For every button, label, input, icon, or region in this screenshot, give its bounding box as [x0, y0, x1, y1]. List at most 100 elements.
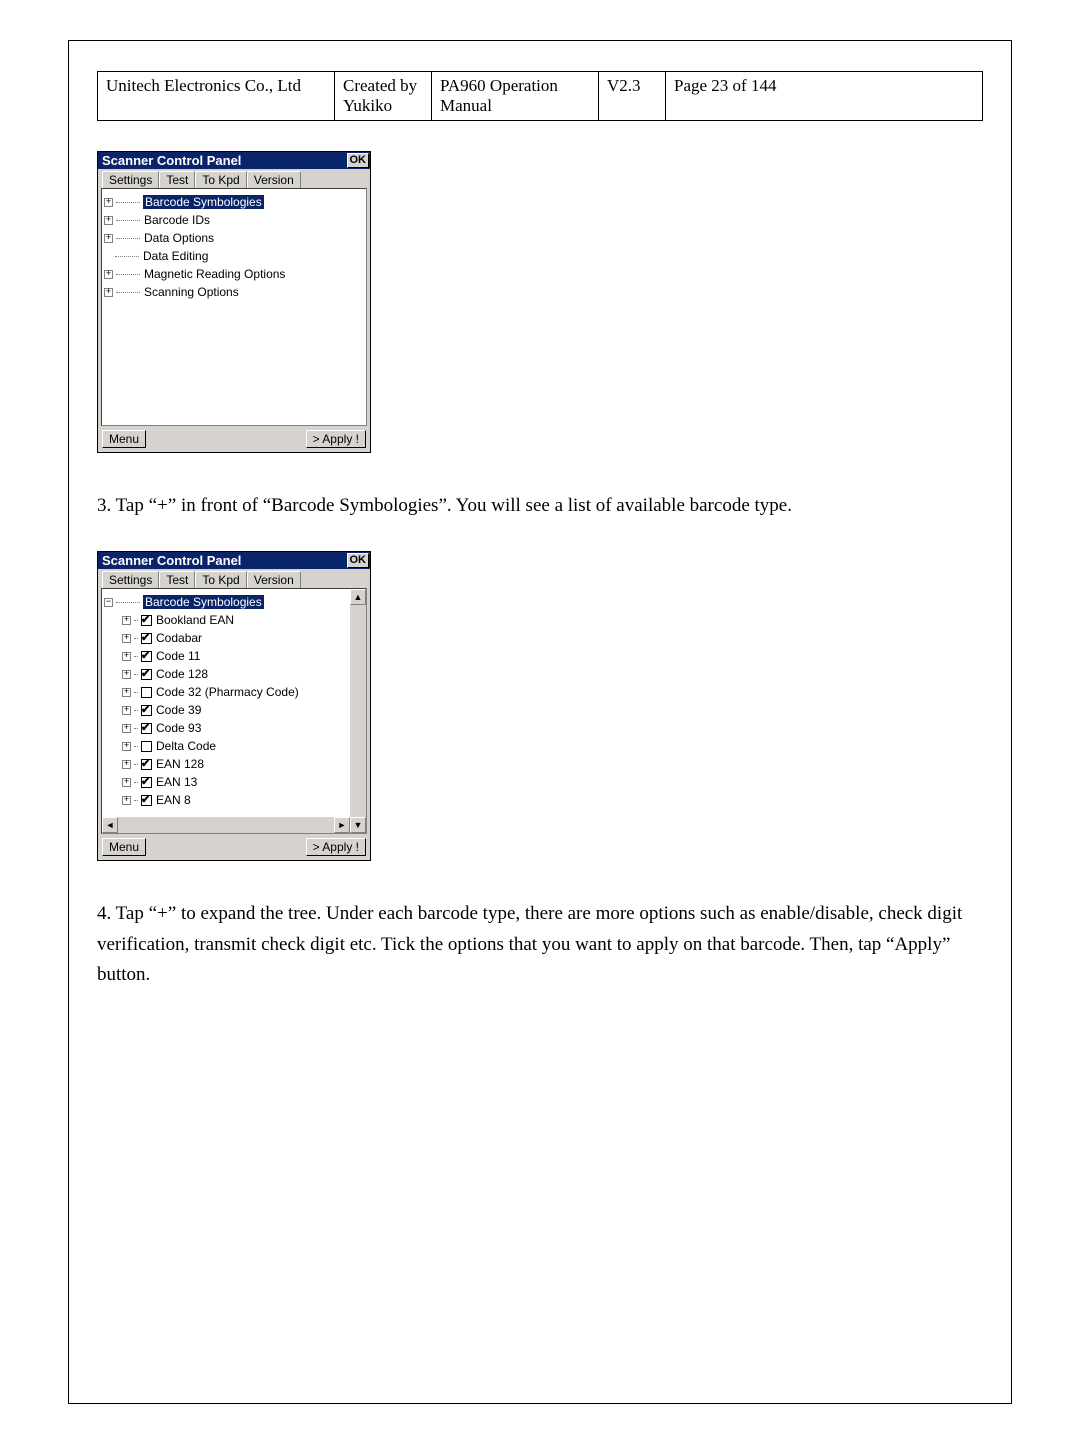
button-bar: Menu > Apply !: [98, 426, 370, 452]
node-ean-13[interactable]: EAN 13: [155, 775, 198, 789]
tree-node: + Code 11: [104, 647, 348, 665]
expand-icon[interactable]: +: [122, 724, 131, 733]
scanner-panel-2: Scanner Control Panel OK Settings Test T…: [97, 551, 371, 861]
menu-button[interactable]: Menu: [102, 430, 146, 448]
checkbox-icon[interactable]: [141, 687, 152, 698]
tree-node: + Code 39: [104, 701, 348, 719]
tree-node: + EAN 13: [104, 773, 348, 791]
tab-to-kpd[interactable]: To Kpd: [195, 571, 246, 588]
tree-view[interactable]: − Barcode Symbologies + Bookland EAN + Coda…: [101, 588, 367, 834]
vertical-scrollbar[interactable]: ▲▼: [350, 589, 366, 833]
node-code-93[interactable]: Code 93: [155, 721, 202, 735]
tab-settings[interactable]: Settings: [102, 571, 159, 588]
expand-icon[interactable]: +: [122, 706, 131, 715]
checkbox-icon[interactable]: [141, 795, 152, 806]
checkbox-icon[interactable]: [141, 669, 152, 680]
tree-node: + Magnetic Reading Options: [104, 265, 364, 283]
node-code-128[interactable]: Code 128: [155, 667, 209, 681]
expand-icon[interactable]: +: [104, 288, 113, 297]
node-barcode-ids[interactable]: Barcode IDs: [143, 213, 211, 227]
scroll-down-icon[interactable]: ▼: [350, 817, 366, 833]
tree-node: + EAN 128: [104, 755, 348, 773]
node-code-32[interactable]: Code 32 (Pharmacy Code): [155, 685, 300, 699]
node-scanning-options[interactable]: Scanning Options: [143, 285, 240, 299]
node-code-39[interactable]: Code 39: [155, 703, 202, 717]
step-4-text: 4. Tap “+” to expand the tree. Under eac…: [97, 899, 983, 990]
tree-node: + Code 128: [104, 665, 348, 683]
tree-node: − Barcode Symbologies: [104, 593, 348, 611]
tree-node: + EAN 8: [104, 791, 348, 809]
node-ean-128[interactable]: EAN 128: [155, 757, 205, 771]
expand-icon[interactable]: +: [122, 634, 131, 643]
window-title: Scanner Control Panel: [102, 153, 241, 168]
expand-icon[interactable]: +: [104, 270, 113, 279]
checkbox-icon[interactable]: [141, 633, 152, 644]
node-ean-8[interactable]: EAN 8: [155, 793, 192, 807]
tree-node: + Delta Code: [104, 737, 348, 755]
checkbox-icon[interactable]: [141, 705, 152, 716]
hdr-ver: V2.3: [599, 72, 666, 121]
hdr-company: Unitech Electronics Co., Ltd: [98, 72, 335, 121]
node-code-11[interactable]: Code 11: [155, 649, 201, 663]
apply-button[interactable]: > Apply !: [306, 430, 366, 448]
expand-icon[interactable]: +: [122, 796, 131, 805]
tab-settings[interactable]: Settings: [102, 171, 159, 188]
checkbox-icon[interactable]: [141, 741, 152, 752]
document-page: Unitech Electronics Co., Ltd Created by …: [68, 40, 1012, 1404]
tab-version[interactable]: Version: [247, 171, 301, 188]
menu-button[interactable]: Menu: [102, 838, 146, 856]
expand-icon[interactable]: +: [104, 234, 113, 243]
window-title: Scanner Control Panel: [102, 553, 241, 568]
checkbox-icon[interactable]: [141, 651, 152, 662]
node-delta-code[interactable]: Delta Code: [155, 739, 217, 753]
expand-icon[interactable]: +: [122, 760, 131, 769]
titlebar: Scanner Control Panel OK: [98, 152, 370, 169]
tab-test[interactable]: Test: [159, 171, 195, 188]
tab-strip: Settings Test To Kpd Version: [98, 569, 370, 588]
expand-icon[interactable]: +: [122, 670, 131, 679]
expand-icon[interactable]: +: [122, 688, 131, 697]
hdr-doc: PA960 Operation Manual: [432, 72, 599, 121]
expand-icon[interactable]: +: [104, 216, 113, 225]
expand-icon[interactable]: +: [122, 652, 131, 661]
scroll-up-icon[interactable]: ▲: [350, 589, 366, 605]
node-barcode-symbologies[interactable]: Barcode Symbologies: [143, 195, 264, 209]
expand-icon[interactable]: +: [122, 742, 131, 751]
node-magnetic-reading[interactable]: Magnetic Reading Options: [143, 267, 286, 281]
tree-node: + Code 93: [104, 719, 348, 737]
node-data-options[interactable]: Data Options: [143, 231, 215, 245]
horizontal-scrollbar[interactable]: ◄►: [102, 817, 350, 833]
scanner-panel-1: Scanner Control Panel OK Settings Test T…: [97, 151, 371, 453]
apply-button[interactable]: > Apply !: [306, 838, 366, 856]
tab-strip: Settings Test To Kpd Version: [98, 169, 370, 188]
tree-node: + Data Options: [104, 229, 364, 247]
node-barcode-symbologies[interactable]: Barcode Symbologies: [143, 595, 264, 609]
scroll-right-icon[interactable]: ►: [334, 817, 350, 833]
hdr-page: Page 23 of 144: [666, 72, 983, 121]
scroll-left-icon[interactable]: ◄: [102, 817, 118, 833]
tab-test[interactable]: Test: [159, 571, 195, 588]
checkbox-icon[interactable]: [141, 759, 152, 770]
expand-icon[interactable]: +: [122, 778, 131, 787]
checkbox-icon[interactable]: [141, 723, 152, 734]
tree-node: + Scanning Options: [104, 283, 364, 301]
ok-button[interactable]: OK: [347, 153, 370, 168]
tab-version[interactable]: Version: [247, 571, 301, 588]
expand-icon[interactable]: +: [122, 616, 131, 625]
node-data-editing[interactable]: Data Editing: [142, 249, 209, 263]
ok-button[interactable]: OK: [347, 553, 370, 568]
tree-node: + Bookland EAN: [104, 611, 348, 629]
checkbox-icon[interactable]: [141, 615, 152, 626]
node-codabar[interactable]: Codabar: [155, 631, 203, 645]
tab-to-kpd[interactable]: To Kpd: [195, 171, 246, 188]
button-bar: Menu > Apply !: [98, 834, 370, 860]
checkbox-icon[interactable]: [141, 777, 152, 788]
tree-view[interactable]: + Barcode Symbologies + Barcode IDs + Data …: [101, 188, 367, 426]
tree-node: Data Editing: [104, 247, 364, 265]
node-bookland-ean[interactable]: Bookland EAN: [155, 613, 235, 627]
collapse-icon[interactable]: −: [104, 598, 113, 607]
titlebar: Scanner Control Panel OK: [98, 552, 370, 569]
hdr-created: Created by Yukiko: [335, 72, 432, 121]
tree-node: + Codabar: [104, 629, 348, 647]
expand-icon[interactable]: +: [104, 198, 113, 207]
